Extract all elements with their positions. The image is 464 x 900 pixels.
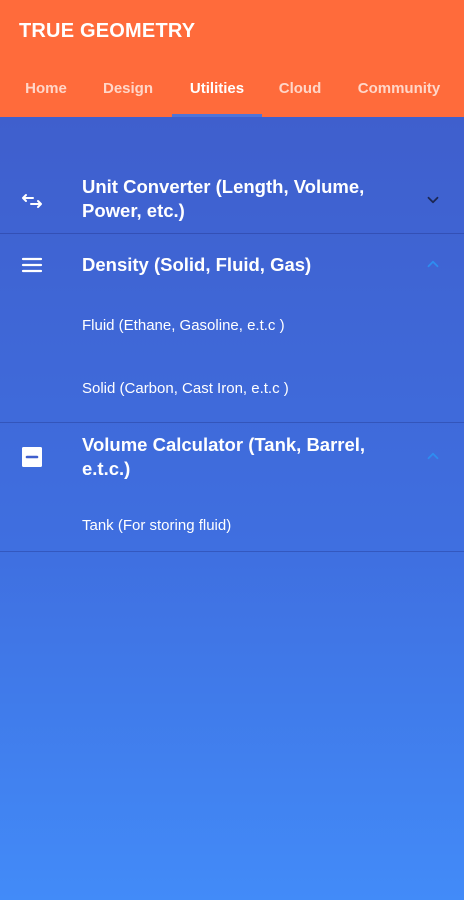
tab-bar: Home Design Utilities Cloud Community <box>0 70 464 117</box>
density-item-fluid[interactable]: Fluid (Ethane, Gasoline, e.t.c ) <box>82 317 285 334</box>
chevron-up-icon[interactable] <box>424 447 442 465</box>
top-app-bar: TRUE GEOMETRY Home Design Utilities Clou… <box>0 0 464 117</box>
tab-design-label: Design <box>102 80 153 97</box>
section-density: Density (Solid, Fluid, Gas) Fluid (Ethan… <box>0 234 464 423</box>
section-title: Unit Converter (Length, Volume, Power, e… <box>82 176 365 221</box>
tab-cloud[interactable]: Cloud <box>275 70 325 117</box>
minus-box-icon <box>22 447 42 467</box>
tab-design[interactable]: Design <box>98 70 158 117</box>
chevron-down-icon[interactable] <box>424 191 442 209</box>
app-screen: TRUE GEOMETRY Home Design Utilities Clou… <box>0 0 464 900</box>
menu-lines-icon <box>21 257 43 273</box>
tab-utilities[interactable]: Utilities <box>172 70 262 117</box>
volume-item-tank[interactable]: Tank (For storing fluid) <box>82 517 231 534</box>
section-unit-converter[interactable]: Unit Converter (Length, Volume, Power, e… <box>0 167 464 234</box>
tab-community-label: Community <box>357 80 441 97</box>
tab-home-label: Home <box>25 80 67 97</box>
app-title: TRUE GEOMETRY <box>19 20 196 42</box>
section-volume-calculator: Volume Calculator (Tank, Barrel, e.t.c.)… <box>0 423 464 552</box>
chevron-up-icon[interactable] <box>424 255 442 273</box>
density-item-solid[interactable]: Solid (Carbon, Cast Iron, e.t.c ) <box>82 380 289 397</box>
swap-arrows-icon <box>22 194 42 208</box>
section-title: Density (Solid, Fluid, Gas) <box>82 254 312 275</box>
tab-home[interactable]: Home <box>18 70 74 117</box>
tab-utilities-label: Utilities <box>189 80 245 97</box>
tab-community[interactable]: Community <box>353 70 445 117</box>
section-title: Volume Calculator (Tank, Barrel, e.t.c.) <box>82 434 366 479</box>
tab-cloud-label: Cloud <box>278 80 322 97</box>
utilities-content: Unit Converter (Length, Volume, Power, e… <box>0 117 464 900</box>
